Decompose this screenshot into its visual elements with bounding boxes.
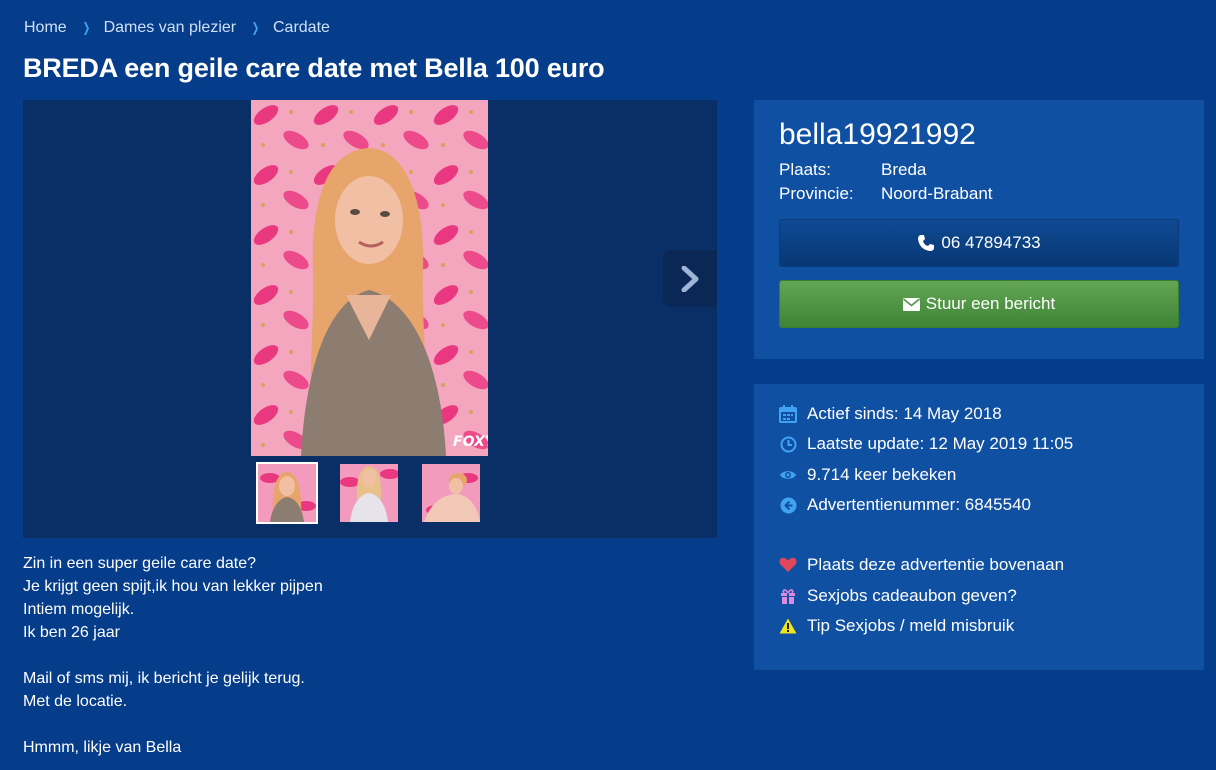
eye-icon <box>779 466 797 484</box>
breadcrumb-subcategory-link[interactable]: Cardate <box>273 19 330 37</box>
thumbnail-1[interactable] <box>256 462 318 524</box>
phone-number: 06 47894733 <box>941 233 1041 252</box>
thumbnail-3[interactable] <box>420 462 482 524</box>
clock-icon <box>779 435 797 453</box>
gift-voucher-label: Sexjobs cadeaubon geven? <box>807 586 1017 605</box>
send-message-label: Stuur een bericht <box>925 294 1056 313</box>
thumbnail-2[interactable] <box>338 462 400 524</box>
views-text: 9.714 keer bekeken <box>807 465 957 484</box>
watermark-text: FOXY <box>453 434 488 450</box>
send-message-button[interactable]: Stuur een bericht <box>779 280 1179 328</box>
description-line: Met de locatie. <box>23 693 128 710</box>
photo-gallery: FOXY <box>23 100 717 538</box>
description-line: Ik ben 26 jaar <box>23 624 120 641</box>
last-update-row: Laatste update: 12 May 2019 11:05 <box>779 434 1073 454</box>
thumbnail-strip <box>256 462 482 524</box>
phone-icon <box>918 235 935 251</box>
envelope-icon <box>902 297 920 311</box>
province-label: Provincie: <box>779 184 854 203</box>
last-update-text: Laatste update: 12 May 2019 11:05 <box>807 434 1074 453</box>
description-line: Mail of sms mij, ik bericht je gelijk te… <box>23 670 305 687</box>
chevron-right-icon <box>681 265 699 292</box>
description-line <box>23 713 703 736</box>
ad-number-text: Advertentienummer: 6845540 <box>807 495 1031 514</box>
gift-voucher-link[interactable]: Sexjobs cadeaubon geven? <box>779 586 1017 606</box>
report-abuse-label: Tip Sexjobs / meld misbruik <box>807 616 1015 635</box>
profile-card: bella19921992 Plaats: Breda Provincie: N… <box>754 100 1204 359</box>
main-photo[interactable]: FOXY <box>251 100 488 456</box>
description-line: Intiem mogelijk. <box>23 601 135 618</box>
place-value: Breda <box>881 160 927 179</box>
page-title: BREDA een geile care date met Bella 100 … <box>23 53 605 83</box>
chevron-right-icon: ❯ <box>82 20 90 35</box>
description-line <box>23 644 703 667</box>
description-line: Je krijgt geen spijt,ik hou van lekker p… <box>23 578 323 595</box>
calendar-icon <box>779 405 797 423</box>
promote-ad-label: Plaats deze advertentie bovenaan <box>807 555 1065 574</box>
province-row: Provincie: Noord-Brabant <box>779 184 993 204</box>
chevron-right-icon: ❯ <box>251 20 260 35</box>
gift-icon <box>779 587 797 605</box>
views-row: 9.714 keer bekeken <box>779 465 956 485</box>
ad-number-row: Advertentienummer: 6845540 <box>779 495 1031 515</box>
place-row: Plaats: Breda <box>779 160 926 180</box>
ad-stats-card: Actief sinds: 14 May 2018 Laatste update… <box>754 384 1204 670</box>
breadcrumb-home-link[interactable]: Home <box>24 19 67 37</box>
place-label: Plaats: <box>779 160 831 179</box>
profile-username: bella19921992 <box>779 118 976 151</box>
breadcrumb-category-link[interactable]: Dames van plezier <box>104 19 237 37</box>
ad-description: Zin in een super geile care date? Je kri… <box>23 552 703 759</box>
province-value: Noord-Brabant <box>881 184 993 203</box>
warning-icon <box>779 617 797 635</box>
report-abuse-link[interactable]: Tip Sexjobs / meld misbruik <box>779 616 1014 636</box>
heart-icon <box>779 556 797 574</box>
breadcrumb: Home ❯ Dames van plezier ❯ Cardate <box>24 19 330 37</box>
promote-ad-link[interactable]: Plaats deze advertentie bovenaan <box>779 555 1064 575</box>
description-line: Hmmm, likje van Bella <box>23 739 182 756</box>
phone-button[interactable]: 06 47894733 <box>779 219 1179 267</box>
active-since-text: Actief sinds: 14 May 2018 <box>807 404 1002 423</box>
description-line: Zin in een super geile care date? <box>23 555 257 572</box>
arrow-circle-left-icon <box>779 496 797 514</box>
next-photo-button[interactable] <box>663 250 717 307</box>
active-since-row: Actief sinds: 14 May 2018 <box>779 404 1002 424</box>
